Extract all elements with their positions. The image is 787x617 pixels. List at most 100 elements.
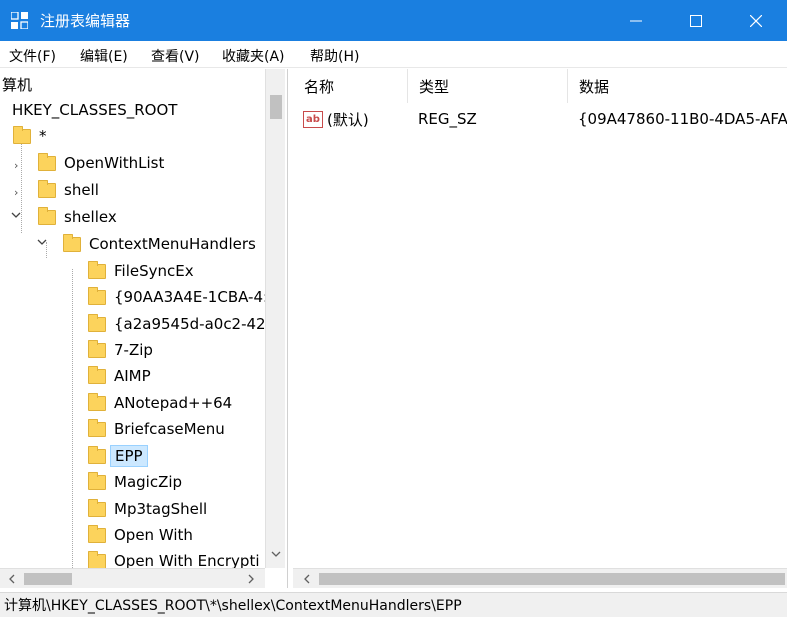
tree-guide-line xyxy=(21,135,22,233)
scroll-left-icon[interactable] xyxy=(8,574,15,584)
tree-root-computer[interactable]: 算机 xyxy=(2,71,32,97)
window-title: 注册表编辑器 xyxy=(40,12,131,30)
close-icon xyxy=(750,14,762,27)
tree-item-shellex[interactable]: shellex xyxy=(38,204,117,230)
tree-label: 7-Zip xyxy=(114,341,153,359)
maximize-button[interactable] xyxy=(667,0,725,41)
values-horizontal-scrollbar[interactable] xyxy=(293,568,787,588)
tree-pane: 算机 HKEY_CLASSES_ROOT * › OpenWithList › … xyxy=(0,69,288,588)
tree-item-handler[interactable]: BriefcaseMenu xyxy=(88,416,225,442)
folder-icon xyxy=(38,206,56,225)
maximize-icon xyxy=(690,14,702,27)
folder-icon xyxy=(88,418,106,437)
tree-item-handler[interactable]: AIMP xyxy=(88,363,151,389)
folder-icon xyxy=(88,471,106,490)
string-value-icon: ab xyxy=(303,110,323,128)
scroll-thumb[interactable] xyxy=(270,95,282,119)
tree-label: AIMP xyxy=(114,367,151,385)
tree-item-handler[interactable]: 7-Zip xyxy=(88,337,153,363)
tree-label: Mp3tagShell xyxy=(114,500,208,518)
column-header-label: 类型 xyxy=(419,77,450,96)
value-name: (默认) xyxy=(327,110,369,129)
tree-vertical-scrollbar[interactable] xyxy=(265,69,285,568)
tree-label: * xyxy=(39,127,47,145)
column-header-name[interactable]: 名称 xyxy=(293,69,408,103)
title-bar: 注册表编辑器 xyxy=(0,0,787,41)
folder-icon xyxy=(88,392,106,411)
value-row-data: {09A47860-11B0-4DA5-AFA xyxy=(578,107,787,131)
scroll-right-icon[interactable] xyxy=(248,574,255,584)
folder-icon xyxy=(88,313,106,332)
menu-bar: 文件(F) 编辑(E) 查看(V) 收藏夹(A) 帮助(H) xyxy=(0,41,787,68)
tree-item-hkey-classes-root[interactable]: HKEY_CLASSES_ROOT xyxy=(12,97,177,123)
menu-help[interactable]: 帮助(H) xyxy=(310,46,359,66)
status-path: 计算机\HKEY_CLASSES_ROOT\*\shellex\ContextM… xyxy=(4,598,462,614)
tree-label: shell xyxy=(64,181,99,199)
scroll-thumb[interactable] xyxy=(24,573,72,585)
folder-icon xyxy=(13,125,31,144)
tree-item-handler[interactable]: Mp3tagShell xyxy=(88,496,207,522)
folder-icon xyxy=(88,498,106,517)
chevron-right-icon[interactable]: › xyxy=(14,186,18,199)
scroll-thumb[interactable] xyxy=(319,573,785,585)
chevron-down-icon[interactable] xyxy=(37,239,47,246)
folder-icon xyxy=(88,286,106,305)
folder-icon xyxy=(88,550,106,569)
tree-label: Open With xyxy=(114,526,193,544)
close-button[interactable] xyxy=(727,0,785,41)
menu-view[interactable]: 查看(V) xyxy=(151,46,200,66)
tree-item-star[interactable]: * xyxy=(13,123,47,149)
tree-label: {90AA3A4E-1CBA-4: xyxy=(114,288,269,306)
folder-icon xyxy=(38,152,56,171)
tree-label: OpenWithList xyxy=(64,154,165,172)
tree-label: shellex xyxy=(64,208,117,226)
column-header-label: 名称 xyxy=(304,77,335,96)
tree-item-handler[interactable]: Open With xyxy=(88,522,193,548)
status-bar: 计算机\HKEY_CLASSES_ROOT\*\shellex\ContextM… xyxy=(0,592,787,617)
menu-edit[interactable]: 编辑(E) xyxy=(80,46,128,66)
folder-icon xyxy=(38,179,56,198)
chevron-right-icon[interactable]: › xyxy=(14,159,18,172)
tree-label: HKEY_CLASSES_ROOT xyxy=(12,101,178,119)
tree-item-handler[interactable]: ANotepad++64 xyxy=(88,390,232,416)
tree-item-handler[interactable]: MagicZip xyxy=(88,469,182,495)
tree-item-shell[interactable]: shell xyxy=(38,177,99,203)
tree-item-handler-selected[interactable]: EPP xyxy=(88,443,148,469)
minimize-icon xyxy=(630,20,642,21)
folder-icon xyxy=(88,524,106,543)
scroll-left-icon[interactable] xyxy=(303,574,310,584)
value-type: REG_SZ xyxy=(418,110,477,128)
value-row-name[interactable]: ab (默认) xyxy=(303,107,369,131)
menu-file[interactable]: 文件(F) xyxy=(9,46,56,66)
column-header-data[interactable]: 数据 xyxy=(568,69,787,103)
tree-label: MagicZip xyxy=(114,473,183,491)
folder-icon xyxy=(88,339,106,358)
folder-icon xyxy=(63,233,81,252)
registry-editor-icon xyxy=(11,12,28,29)
scroll-down-icon[interactable] xyxy=(271,551,281,558)
tree-item-handler[interactable]: FileSyncEx xyxy=(88,258,194,284)
menu-favorites[interactable]: 收藏夹(A) xyxy=(222,46,285,66)
tree-label: ANotepad++64 xyxy=(114,394,233,412)
folder-icon xyxy=(88,260,106,279)
folder-icon xyxy=(88,365,106,384)
tree-label: FileSyncEx xyxy=(114,262,194,280)
value-row-type: REG_SZ xyxy=(418,107,477,131)
tree-item-openwithlist[interactable]: OpenWithList xyxy=(38,150,164,176)
tree-label-selected: EPP xyxy=(110,445,148,467)
tree-guide-line xyxy=(72,269,73,568)
column-header-label: 数据 xyxy=(579,77,610,96)
value-data: {09A47860-11B0-4DA5-AFA xyxy=(578,110,787,128)
chevron-down-icon[interactable] xyxy=(11,212,21,219)
column-header-type[interactable]: 类型 xyxy=(408,69,568,103)
values-pane: 名称 类型 数据 ab (默认) REG_SZ {09A47860-11B0-4… xyxy=(293,69,787,568)
tree-horizontal-scrollbar[interactable] xyxy=(0,568,265,588)
tree-label: ContextMenuHandlers xyxy=(89,235,256,253)
tree-label: {a2a9545d-a0c2-42 xyxy=(114,315,266,333)
tree-item-contextmenuhandlers[interactable]: ContextMenuHandlers xyxy=(63,231,256,257)
minimize-button[interactable] xyxy=(607,0,665,41)
tree-item-handler[interactable]: {a2a9545d-a0c2-42 xyxy=(88,311,266,337)
tree-item-handler[interactable]: {90AA3A4E-1CBA-4: xyxy=(88,284,268,310)
folder-icon xyxy=(88,445,106,464)
tree-label: 算机 xyxy=(2,75,33,94)
